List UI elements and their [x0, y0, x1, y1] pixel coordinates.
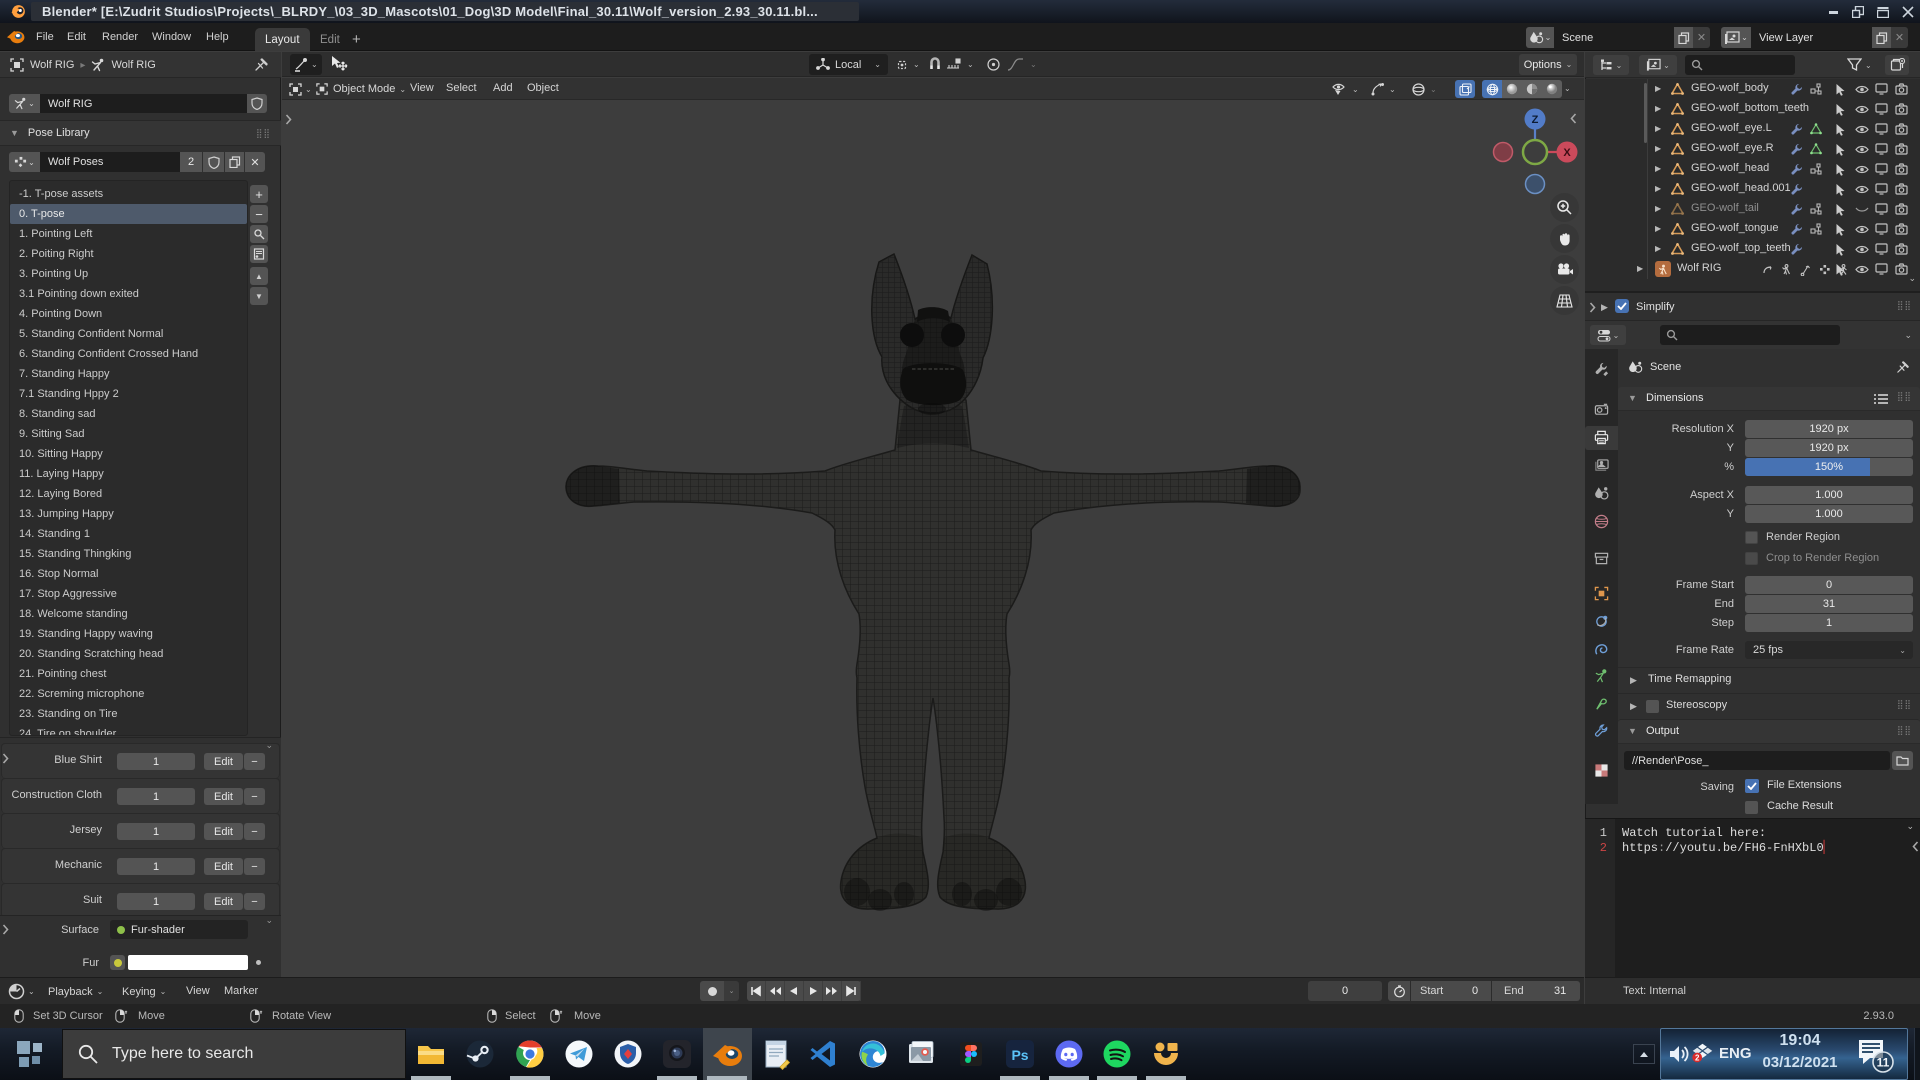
svg-text:11: 11 [1877, 1056, 1890, 1070]
svg-text:Ps: Ps [1011, 1047, 1028, 1063]
svg-text:2: 2 [1695, 1054, 1700, 1063]
